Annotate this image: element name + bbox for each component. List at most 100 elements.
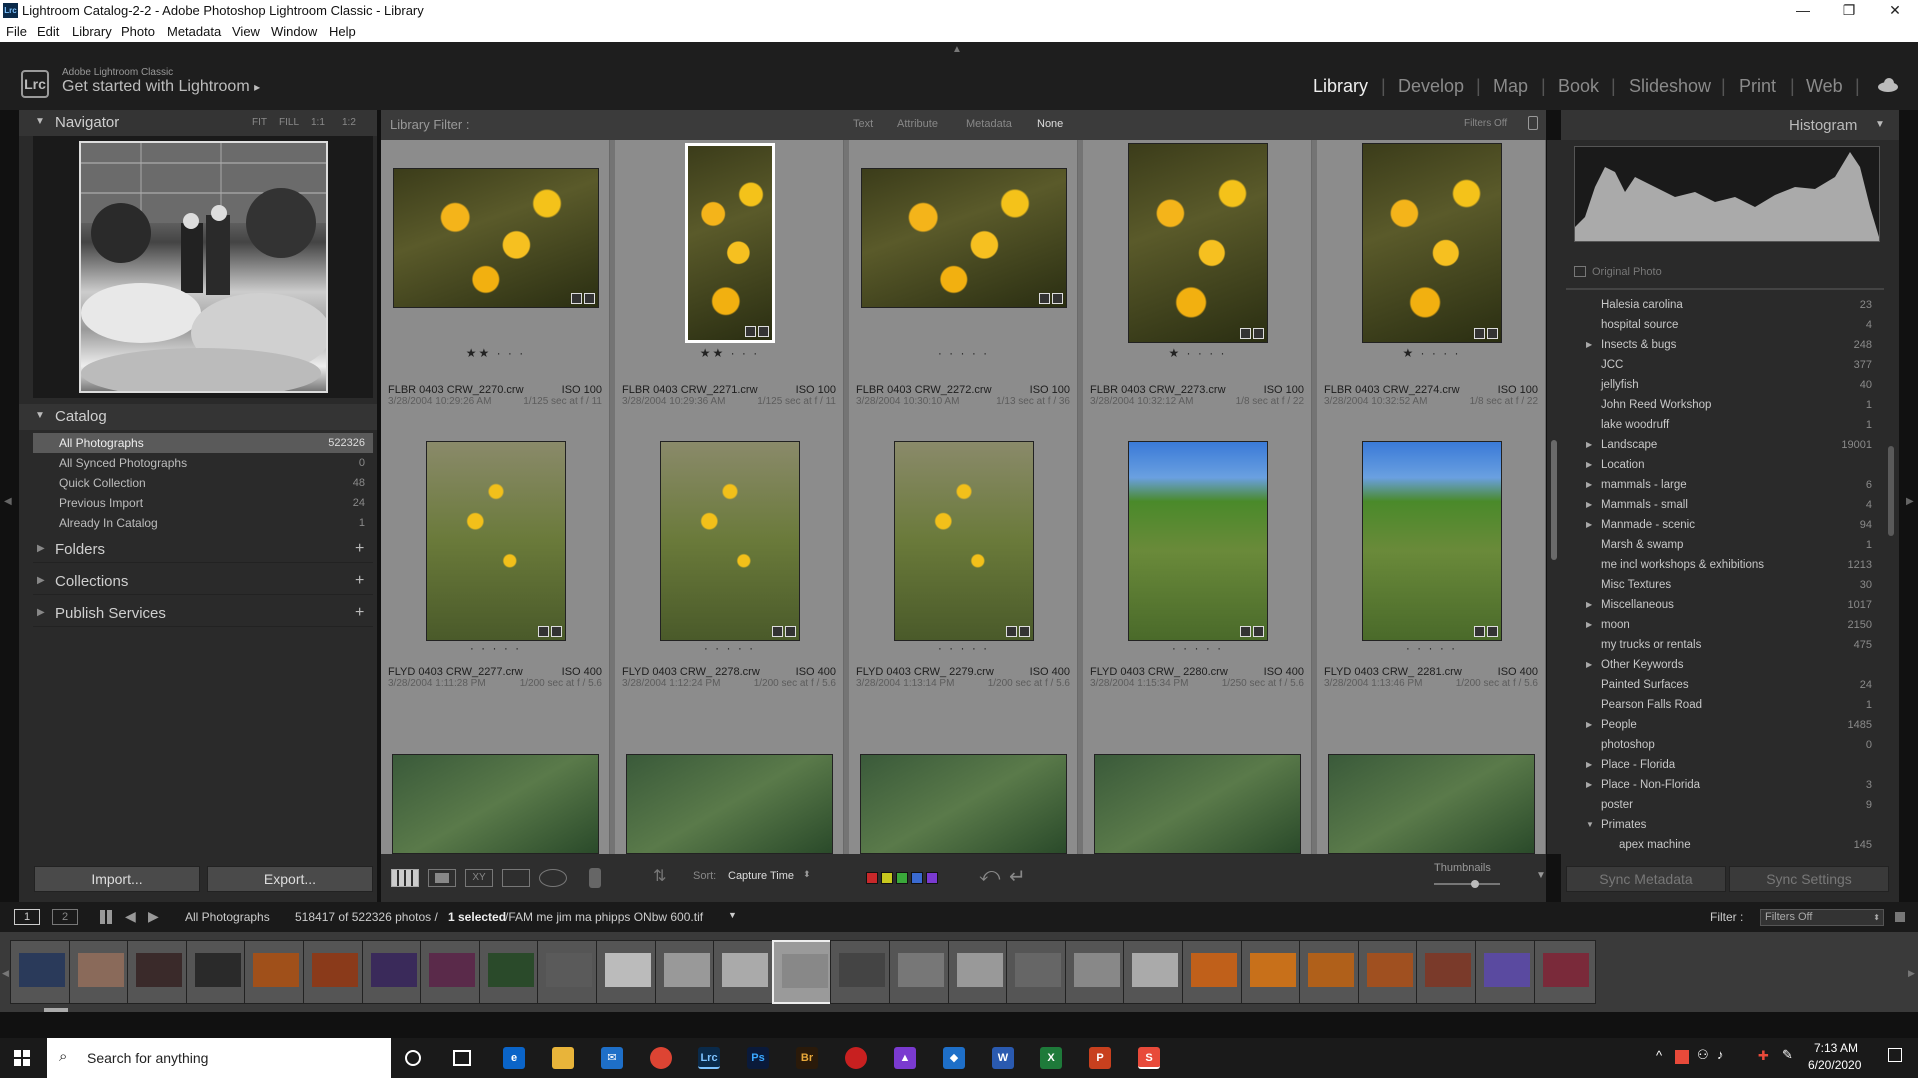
crop-badge-icon[interactable] [1038, 293, 1050, 304]
crop-badge-icon[interactable] [744, 326, 756, 337]
photo-thumbnail[interactable] [1361, 143, 1502, 343]
filmstrip-thumbnail[interactable] [713, 940, 776, 1004]
keyword-row[interactable]: my trucks or rentals 475 [1568, 635, 1876, 655]
photo-thumbnail[interactable] [1094, 754, 1301, 854]
photo-thumbnail[interactable] [392, 168, 599, 308]
rotate-right-icon[interactable]: ↵ [1009, 864, 1026, 889]
menu-help[interactable]: Help [329, 24, 356, 39]
color-label-blue[interactable] [911, 872, 923, 884]
task-view-icon[interactable] [453, 1050, 471, 1066]
grid-scrollbar[interactable] [1547, 140, 1561, 854]
photo-thumbnail[interactable] [1127, 143, 1268, 343]
loupe-view-icon[interactable] [428, 869, 456, 887]
keyword-row[interactable]: jellyfish 40 [1568, 375, 1876, 395]
left-panel-toggle-icon[interactable]: ◀ [4, 496, 12, 507]
crop-badge-icon[interactable] [1239, 328, 1251, 339]
cloud-icon[interactable] [1876, 78, 1900, 92]
mail-icon[interactable]: ✉ [601, 1047, 623, 1069]
crop-badge-icon[interactable] [537, 626, 549, 637]
filter-switch-icon[interactable] [1895, 912, 1905, 922]
lock-icon[interactable] [1528, 116, 1538, 130]
clock-date[interactable]: 6/20/2020 [1808, 1058, 1861, 1072]
module-slideshow[interactable]: Slideshow [1629, 76, 1711, 97]
navigator-header[interactable]: ▼ Navigator FIT FILL 1:1 1:2 [19, 110, 377, 136]
cortana-icon[interactable] [405, 1050, 421, 1066]
filmstrip-thumbnail[interactable] [654, 940, 717, 1004]
forward-arrow-icon[interactable]: ▶ [148, 908, 159, 925]
keyword-row[interactable]: ▶ Place - Florida [1568, 755, 1876, 775]
grid-cell[interactable]: · · · · · FLYD 0403 CRW_ 2280.crw ISO 400 3… [1083, 414, 1312, 714]
grid-cell[interactable]: ★★ · · · FLBR 0403 CRW_2271.crw ISO 100 3/2… [615, 140, 844, 414]
grid-cell[interactable]: · · · · · FLYD 0403 CRW_2277.crw ISO 400 3/… [381, 414, 610, 714]
catalog-item-previous-import[interactable]: Previous Import 24 [33, 493, 373, 513]
keyword-badge-icon[interactable] [1486, 626, 1498, 637]
color-label-green[interactable] [896, 872, 908, 884]
color-label-yellow[interactable] [881, 872, 893, 884]
keyword-badge-icon[interactable] [1018, 626, 1030, 637]
keyword-expand-icon[interactable]: ▶ [1586, 615, 1592, 635]
crop-badge-icon[interactable] [1239, 626, 1251, 637]
compare-view-icon[interactable]: XY [465, 869, 493, 887]
keyword-row[interactable]: ▶ moon 2150 [1568, 615, 1876, 635]
histogram-chart[interactable] [1574, 146, 1880, 242]
navigator-preview-image[interactable] [79, 141, 328, 393]
keyword-row[interactable]: ▶ mammals - large 6 [1568, 475, 1876, 495]
zoom-fill[interactable]: FILL [279, 117, 299, 128]
get-started-link[interactable]: Get started with Lightroom ▸ [62, 78, 260, 96]
filmstrip-thumbnail[interactable] [830, 940, 893, 1004]
collapse-top-icon[interactable]: ▲ [952, 44, 962, 55]
publish-services-header[interactable]: ▶ Publish Services + [33, 601, 373, 627]
rotate-left-icon[interactable]: ⤺ [979, 864, 1000, 887]
sort-dropdown[interactable]: Capture Time [728, 870, 794, 882]
filter-text[interactable]: Text [853, 118, 873, 130]
filmstrip-filter-select[interactable]: Filters Off ⬍ [1760, 909, 1884, 926]
filmstrip-thumbnail[interactable] [1533, 940, 1596, 1004]
keyword-expand-icon[interactable]: ▶ [1586, 475, 1592, 495]
filmstrip-thumbnail[interactable] [1182, 940, 1244, 1004]
add-collection-icon[interactable]: + [355, 572, 364, 590]
keyword-row[interactable]: ▶ Mammals - small 4 [1568, 495, 1876, 515]
keyword-expand-icon[interactable]: ▶ [1586, 775, 1592, 795]
collections-header[interactable]: ▶ Collections + [33, 569, 373, 595]
grid-cell[interactable] [1083, 714, 1312, 854]
thumbnail-size-slider[interactable] [1434, 880, 1500, 888]
snagit-icon[interactable]: S [1138, 1047, 1160, 1069]
people-view-icon[interactable] [539, 869, 567, 887]
keyword-row[interactable]: ▶ Insects & bugs 248 [1568, 335, 1876, 355]
grid-cell[interactable] [381, 714, 610, 854]
keyword-expand-icon[interactable]: ▶ [1586, 655, 1592, 675]
keyword-row[interactable]: poster 9 [1568, 795, 1876, 815]
rating-stars[interactable]: · · · · · [1317, 641, 1546, 655]
filename-dropdown-icon[interactable]: ▼ [728, 910, 737, 920]
windows-start-icon[interactable] [14, 1050, 30, 1066]
crop-badge-icon[interactable] [1473, 626, 1485, 637]
survey-view-icon[interactable] [502, 869, 530, 887]
color-label-purple[interactable] [926, 872, 938, 884]
filmstrip-source[interactable]: All Photographs [185, 910, 270, 924]
toolbar-menu-icon[interactable]: ▼ [1536, 870, 1546, 881]
filmstrip-thumbnail[interactable] [185, 940, 248, 1004]
photo-thumbnail[interactable] [425, 441, 566, 641]
zoom-1-2[interactable]: 1:2 [342, 117, 356, 128]
bridge-icon[interactable]: Br [796, 1047, 818, 1069]
keyword-row[interactable]: photoshop 0 [1568, 735, 1876, 755]
photo-thumbnail[interactable] [659, 441, 800, 641]
rating-stars[interactable]: · · · · · [615, 641, 844, 655]
powerpoint-icon[interactable]: P [1089, 1047, 1111, 1069]
keyword-row[interactable]: ▶ Miscellaneous 1017 [1568, 595, 1876, 615]
keyword-expand-icon[interactable]: ▶ [1586, 715, 1592, 735]
word-icon[interactable]: W [992, 1047, 1014, 1069]
photo-thumbnail[interactable] [626, 754, 833, 854]
filmstrip-thumbnail[interactable] [68, 940, 131, 1004]
keyword-badge-icon[interactable] [1252, 328, 1264, 339]
menu-photo[interactable]: Photo [121, 24, 155, 39]
back-arrow-icon[interactable]: ◀ [125, 908, 136, 925]
filmstrip-thumbnail[interactable] [1006, 940, 1069, 1004]
photo-thumbnail[interactable] [1127, 441, 1268, 641]
grid-shortcut-icon[interactable] [100, 910, 114, 924]
keyword-expand-icon[interactable]: ▶ [1586, 455, 1592, 475]
catalog-item-already-in-catalog[interactable]: Already In Catalog 1 [33, 513, 373, 533]
photoshop-icon[interactable]: Ps [747, 1047, 769, 1069]
keyword-badge-icon[interactable] [757, 326, 769, 337]
tray-chevron-icon[interactable]: ^ [1656, 1048, 1662, 1063]
